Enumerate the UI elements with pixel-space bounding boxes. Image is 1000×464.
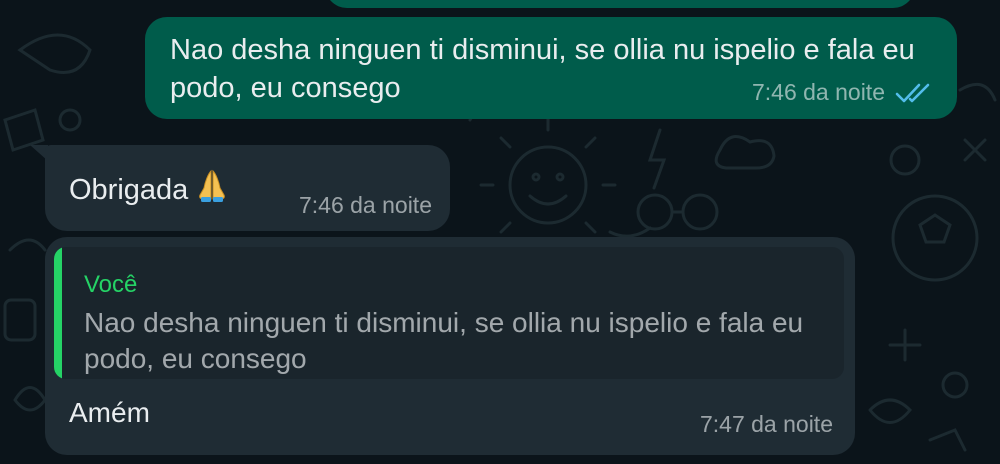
incoming-message-bubble[interactable]: Obrigada 7:46 da noite	[45, 145, 450, 231]
message-meta: 7:46 da noite	[752, 79, 935, 106]
praying-hands-emoji-icon	[196, 168, 228, 212]
message-time: 7:47 da noite	[699, 411, 833, 437]
incoming-reply-bubble[interactable]: Você Nao desha ninguen ti disminui, se o…	[45, 237, 855, 455]
message-text: Obrigada	[69, 174, 189, 206]
chat-view[interactable]: Nao desha ninguen ti disminui, se ollia …	[0, 0, 1000, 464]
quoted-author: Você	[84, 271, 138, 298]
previous-message-bubble[interactable]	[325, 0, 915, 8]
double-check-read-icon	[895, 83, 930, 102]
message-text: Amém	[69, 397, 150, 428]
quote-accent-bar	[54, 247, 62, 379]
quoted-message[interactable]: Você Nao desha ninguen ti disminui, se o…	[54, 247, 844, 379]
message-text-line: Obrigada	[69, 168, 228, 212]
message-time: 7:46 da noite	[298, 192, 432, 218]
message-time: 7:46 da noite	[751, 79, 885, 105]
quoted-text: Nao desha ninguen ti disminui, se ollia …	[84, 307, 804, 374]
outgoing-message-bubble[interactable]: Nao desha ninguen ti disminui, se ollia …	[145, 17, 957, 119]
